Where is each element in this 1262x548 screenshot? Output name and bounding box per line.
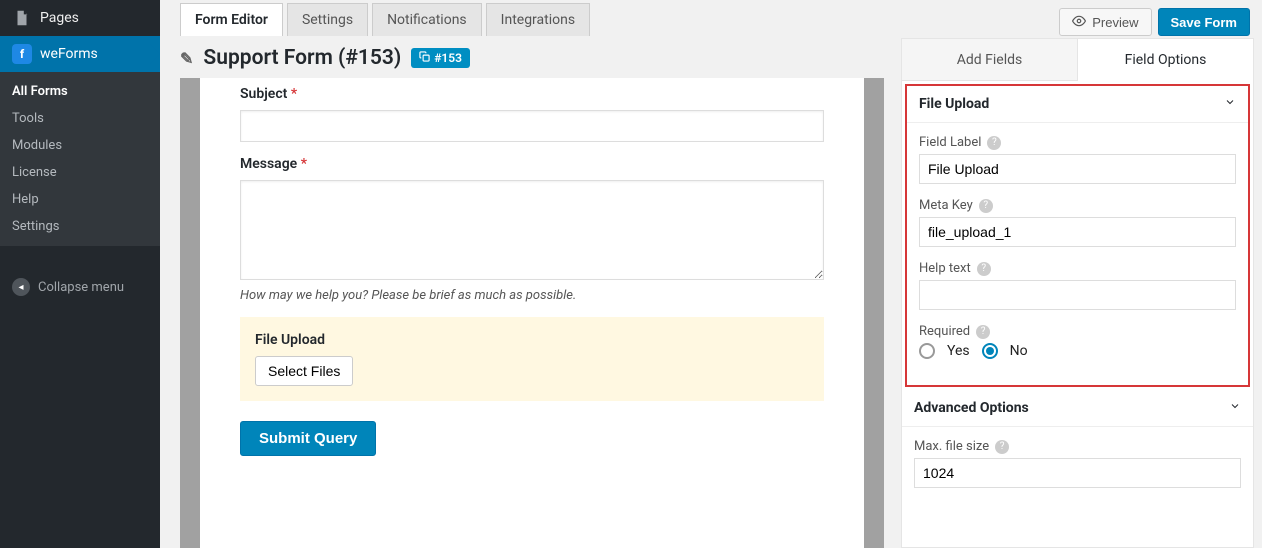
meta-key-input[interactable] xyxy=(919,217,1236,247)
opt-meta-key: Meta Key? xyxy=(919,198,1236,247)
builder-stage: Subject * Message * How may we help you?… xyxy=(200,78,864,548)
opt-required: Required? Yes No xyxy=(919,324,1236,359)
tab-form-editor[interactable]: Form Editor xyxy=(180,3,283,36)
pencil-icon[interactable]: ✎ xyxy=(180,49,193,68)
tab-integrations[interactable]: Integrations xyxy=(486,3,590,36)
help-text-input[interactable] xyxy=(919,280,1236,310)
form-id-chip[interactable]: #153 xyxy=(411,48,470,68)
field-label: Subject * xyxy=(240,86,824,102)
required-yes-label: Yes xyxy=(947,343,970,359)
opt-help-text: Help text? xyxy=(919,261,1236,310)
field-message[interactable]: Message * How may we help you? Please be… xyxy=(240,156,824,303)
help-icon[interactable]: ? xyxy=(977,262,991,276)
save-form-button[interactable]: Save Form xyxy=(1158,8,1250,36)
submit-query-button[interactable]: Submit Query xyxy=(240,421,376,456)
form-title-bar: ✎ Support Form (#153) #153 xyxy=(180,38,470,78)
pages-icon xyxy=(12,8,32,28)
opt-field-label: Field Label? xyxy=(919,135,1236,184)
sidebar-sub-modules[interactable]: Modules xyxy=(0,132,160,159)
preview-button[interactable]: Preview xyxy=(1059,8,1151,36)
field-label-input[interactable] xyxy=(919,154,1236,184)
sidebar-sub-all-forms[interactable]: All Forms xyxy=(0,78,160,105)
section-advanced-head[interactable]: Advanced Options xyxy=(902,390,1253,427)
section-file-upload-head[interactable]: File Upload xyxy=(907,86,1248,123)
tab-notifications[interactable]: Notifications xyxy=(372,3,482,36)
sidebar-item-pages[interactable]: Pages xyxy=(0,0,160,36)
opt-max-file-size: Max. file size? xyxy=(914,439,1241,488)
help-icon[interactable]: ? xyxy=(976,325,990,339)
message-textarea[interactable] xyxy=(240,180,824,280)
field-file-upload[interactable]: File Upload Select Files xyxy=(240,317,824,401)
required-no-radio[interactable] xyxy=(982,343,998,359)
subject-input[interactable] xyxy=(240,110,824,142)
eye-icon xyxy=(1072,14,1086,31)
help-icon[interactable]: ? xyxy=(979,199,993,213)
help-text: How may we help you? Please be brief as … xyxy=(240,288,824,303)
sidebar-sub-help[interactable]: Help xyxy=(0,186,160,213)
field-label: File Upload xyxy=(255,332,809,348)
basic-options-highlight: File Upload Field Label? Meta Key? Help … xyxy=(905,84,1250,387)
tab-settings[interactable]: Settings xyxy=(287,3,368,36)
field-label: Message * xyxy=(240,156,824,172)
sidebar-sub-license[interactable]: License xyxy=(0,159,160,186)
collapse-menu[interactable]: ◂ Collapse menu xyxy=(0,270,136,304)
max-file-size-input[interactable] xyxy=(914,458,1241,488)
weforms-icon: f xyxy=(12,44,32,64)
chevron-down-icon xyxy=(1229,400,1241,416)
sidebar-sub-settings[interactable]: Settings xyxy=(0,213,160,240)
sidebar-item-label: weForms xyxy=(40,46,98,62)
tab-add-fields[interactable]: Add Fields xyxy=(902,39,1078,81)
sidebar-item-label: Pages xyxy=(40,10,79,26)
required-no-label: No xyxy=(1010,343,1028,359)
section-title: Advanced Options xyxy=(914,400,1029,416)
wp-admin-sidebar: Pages f weForms All Forms Tools Modules … xyxy=(0,0,160,548)
help-icon[interactable]: ? xyxy=(995,440,1009,454)
form-title: Support Form (#153) xyxy=(203,46,401,70)
sidebar-sub-tools[interactable]: Tools xyxy=(0,105,160,132)
builder-stage-wrap: Subject * Message * How may we help you?… xyxy=(180,78,884,548)
collapse-label: Collapse menu xyxy=(38,280,124,295)
preview-label: Preview xyxy=(1092,15,1138,30)
help-icon[interactable]: ? xyxy=(987,136,1001,150)
field-subject[interactable]: Subject * xyxy=(240,86,824,142)
tab-field-options[interactable]: Field Options xyxy=(1078,39,1253,81)
copy-icon xyxy=(419,51,430,65)
right-panel: Add Fields Field Options File Upload Fie… xyxy=(901,38,1254,548)
select-files-button[interactable]: Select Files xyxy=(255,356,353,386)
sidebar-item-weforms[interactable]: f weForms xyxy=(0,36,160,72)
form-id-label: #153 xyxy=(434,51,462,65)
form-editor-topnav: Form Editor Settings Notifications Integ… xyxy=(180,0,1250,36)
section-title: File Upload xyxy=(919,96,989,112)
required-yes-radio[interactable] xyxy=(919,343,935,359)
chevron-down-icon xyxy=(1224,96,1236,112)
collapse-icon: ◂ xyxy=(12,278,30,296)
